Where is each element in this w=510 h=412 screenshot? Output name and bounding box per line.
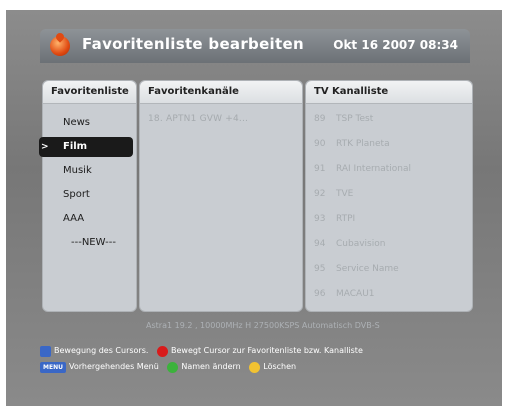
up-down-arrows-icon <box>40 345 51 357</box>
help-yellow-text: Löschen <box>263 362 297 371</box>
favorites-item[interactable]: News <box>55 113 133 133</box>
menu-key-icon: MENU <box>40 361 66 373</box>
tv-channel-item[interactable]: 94 Cubavision <box>314 239 385 249</box>
tv-channel-list-title: TV Kanalliste <box>306 81 472 104</box>
favorite-channels-title: Favoritenkanäle <box>140 81 302 104</box>
favorite-channel-item[interactable]: 18. APTN1 GVW +4... <box>148 114 248 124</box>
help-row-2: MENU Vorhergehendes Menü Namen ändern Lös… <box>40 360 302 374</box>
help-green-text: Namen ändern <box>181 362 241 371</box>
tv-channel-item[interactable]: 90 RTK Planeta <box>314 139 390 149</box>
favorites-list-panel: Favoritenliste News > Film Musik Sport A… <box>39 80 137 312</box>
favorites-item[interactable]: Sport <box>55 185 133 205</box>
tv-channel-item[interactable]: 89 TSP Test <box>314 114 373 124</box>
header-bar: Favoritenliste bearbeiten Okt 16 2007 08… <box>40 29 470 63</box>
tv-channel-item[interactable]: 96 MACAU1 <box>314 289 375 299</box>
favorites-item[interactable]: AAA <box>55 209 133 229</box>
tv-channel-list-panel: TV Kanalliste 89 TSP Test 90 RTK Planeta 9… <box>305 80 473 312</box>
selection-arrow-icon: > <box>41 142 49 152</box>
favorites-list-title: Favoritenliste <box>43 81 136 104</box>
yellow-button-icon <box>249 361 261 373</box>
favorites-item-selected[interactable]: > Film <box>39 137 133 157</box>
tv-channel-item[interactable]: 93 RTPI <box>314 214 355 224</box>
page-title: Favoritenliste bearbeiten <box>82 35 304 53</box>
green-button-icon <box>167 361 179 373</box>
datetime: Okt 16 2007 08:34 <box>333 38 458 52</box>
favorite-channels-panel: Favoritenkanäle 18. APTN1 GVW +4... <box>139 80 303 312</box>
help-menu-text: Vorhergehendes Menü <box>69 362 159 371</box>
help-row-1: Bewegung des Cursors. Bewegt Cursor zur … <box>40 344 369 358</box>
favorites-item-new[interactable]: ---NEW--- <box>55 233 133 253</box>
transponder-status: Astra1 19.2 , 10000MHz H 27500KSPS Autom… <box>146 321 380 330</box>
help-red-text: Bewegt Cursor zur Favoritenliste bzw. Ka… <box>170 346 363 355</box>
red-button-icon <box>156 345 168 357</box>
help-arrows-text: Bewegung des Cursors. <box>54 346 149 355</box>
tv-channel-item[interactable]: 92 TVE <box>314 189 353 199</box>
flame-logo-icon <box>50 36 70 56</box>
tv-channel-item[interactable]: 91 RAI International <box>314 164 411 174</box>
favorites-item-label: Film <box>63 141 88 152</box>
tv-channel-item[interactable]: 95 Service Name <box>314 264 399 274</box>
favorites-item[interactable]: Musik <box>55 161 133 181</box>
